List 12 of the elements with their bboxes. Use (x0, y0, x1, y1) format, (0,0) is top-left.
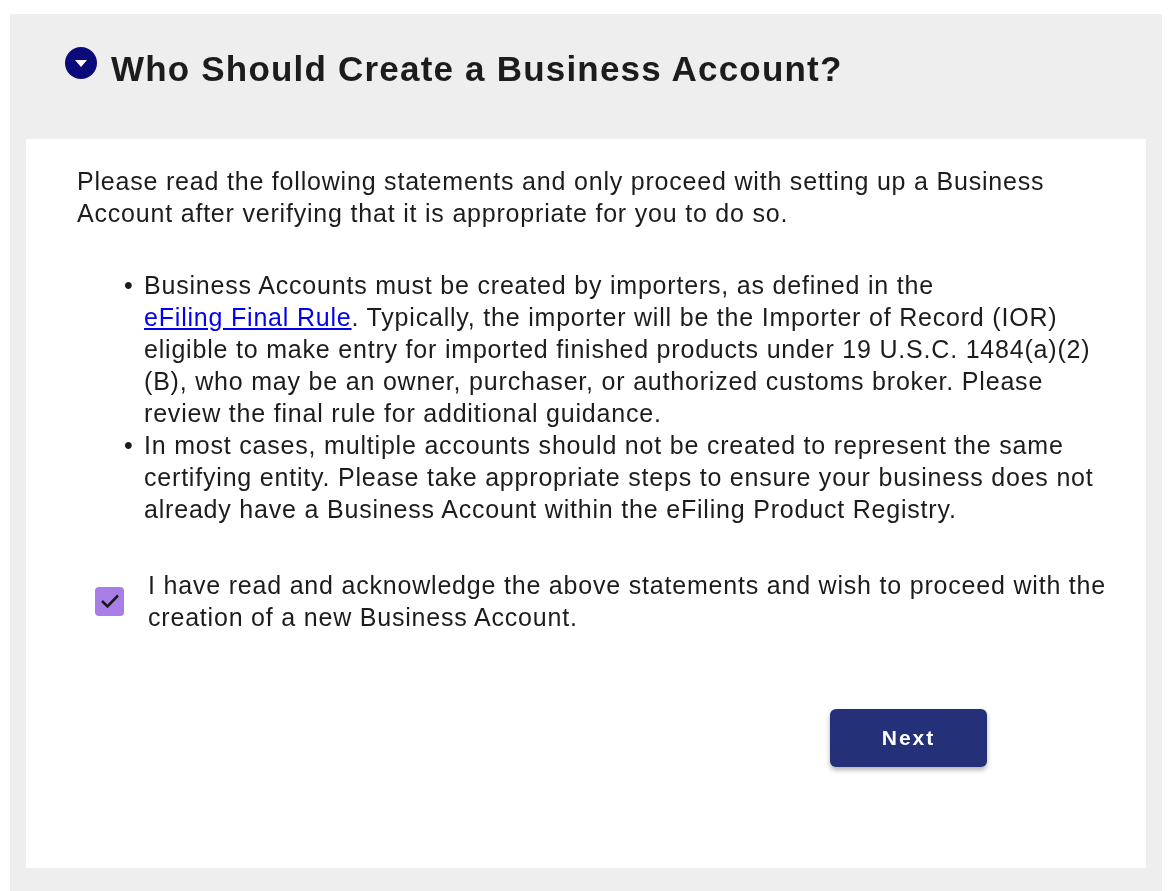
bullet-marker: • (124, 270, 134, 301)
acknowledge-label: I have read and acknowledge the above statements and wish to proceed with the creation of a new Business Account. (148, 570, 1107, 633)
caret-down-circle-icon[interactable] (65, 47, 97, 79)
statement-text: Business Accounts must be created by importers, as defined in the eFiling Final Rule. Typically, the importer will be the Importer of Record (IOR) eligible to make entry for imported finished products under 19 U.S.C. 1484(a)(2)(B), who may be an owner, purchaser, or authorized customs broker. Please review the final rule for additional guidance. (144, 270, 1092, 429)
statement-text: In most cases, multiple accounts should not be created to represent the same certifying entity. Please take appropriate steps to ensure your business does not already have a Business Account within the eFiling Product Registry. (144, 430, 1094, 525)
checkmark-icon (99, 593, 120, 609)
bullet-marker: • (124, 430, 134, 461)
section-title: Who Should Create a Business Account? (111, 48, 843, 90)
acknowledge-checkbox[interactable] (95, 586, 124, 616)
next-button[interactable]: Next (830, 709, 987, 767)
final-rule-link[interactable]: eFiling Final Rule (144, 303, 352, 331)
intro-text: Please read the following statements and only proceed with setting up a Business Account after verifying that it is appropriate for you to do so. (77, 166, 1046, 229)
